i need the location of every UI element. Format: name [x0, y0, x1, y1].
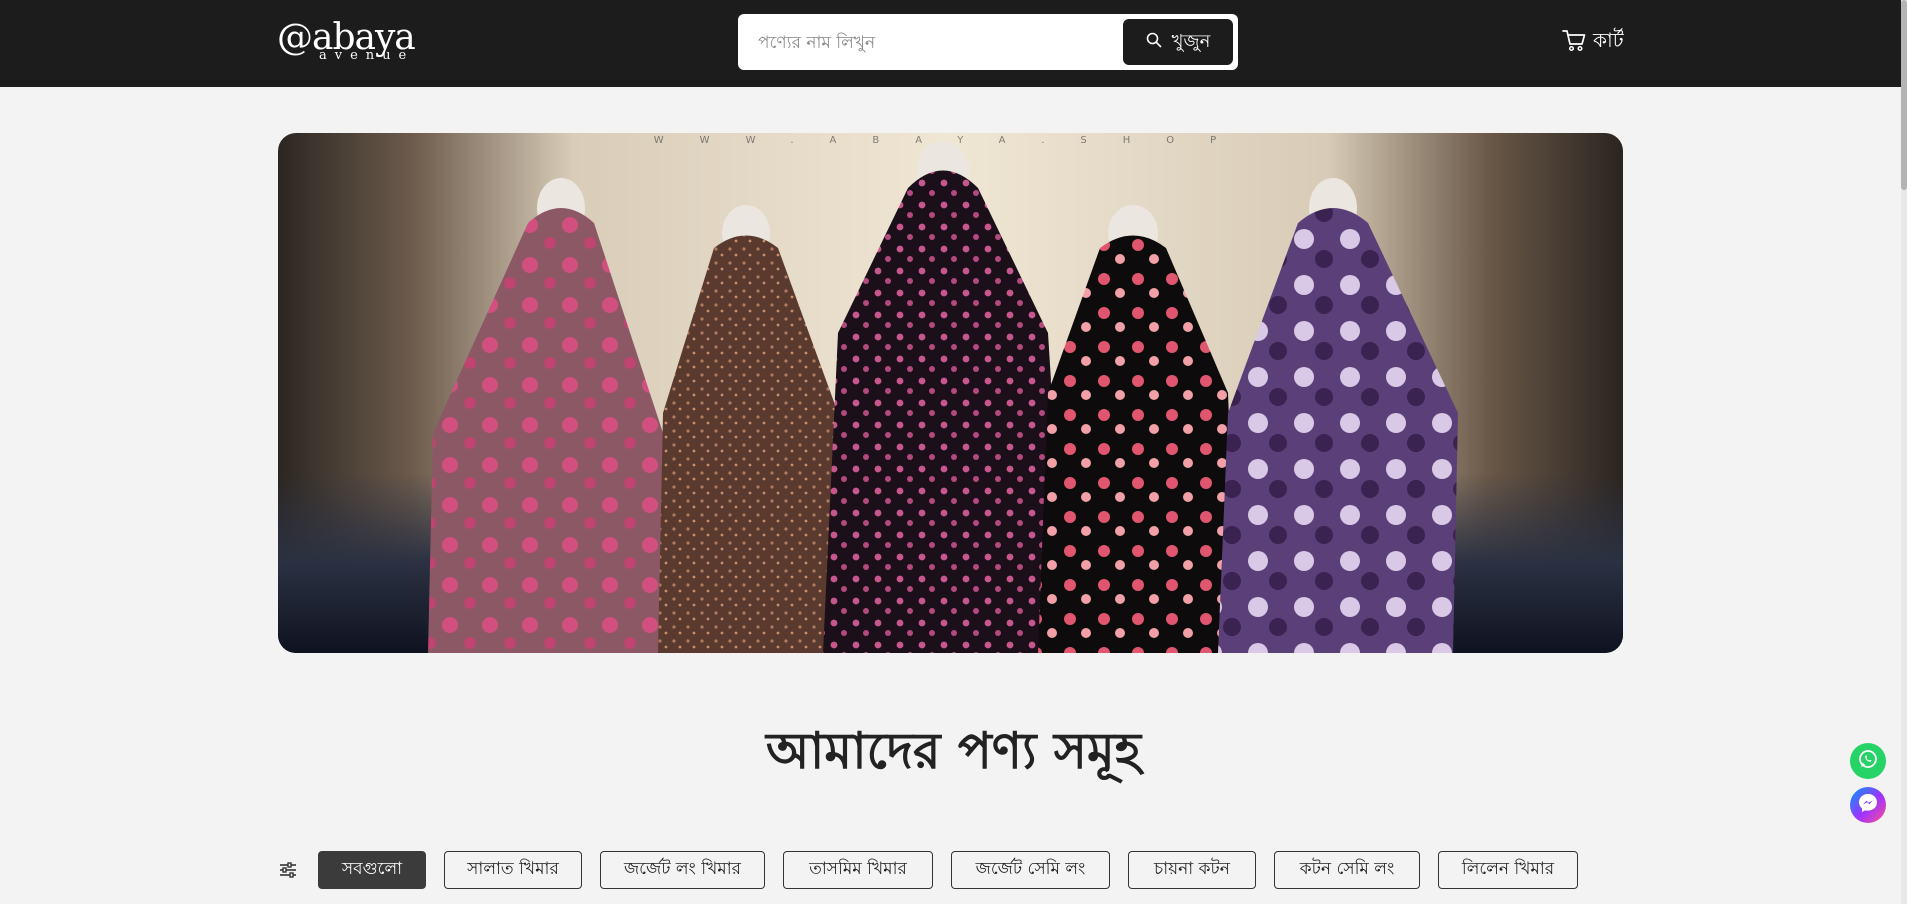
category-tab-all[interactable]: সবগুলো — [318, 851, 426, 889]
whatsapp-icon — [1857, 748, 1879, 774]
whatsapp-button[interactable] — [1850, 743, 1886, 779]
scrollbar-thumb[interactable] — [1901, 0, 1907, 190]
banner-abaya-illustration — [428, 141, 1458, 653]
filter-sliders-icon[interactable] — [278, 860, 298, 880]
cart-label: কার্ট — [1593, 27, 1624, 52]
page-scrollbar[interactable] — [1901, 0, 1907, 904]
messenger-icon — [1857, 792, 1879, 818]
category-tab-china-cotton[interactable]: চায়না কটন — [1128, 851, 1256, 889]
search-bar: খুজুন — [738, 14, 1238, 70]
messenger-button[interactable] — [1850, 787, 1886, 823]
search-button[interactable]: খুজুন — [1123, 19, 1233, 65]
category-tab-georgette-long-khimar[interactable]: জর্জেট লং খিমার — [600, 851, 765, 889]
category-tab-tasmim-khimar[interactable]: তাসমিম খিমার — [783, 851, 933, 889]
search-button-label: খুজুন — [1171, 30, 1211, 52]
cart-link[interactable]: কার্ট — [1561, 26, 1624, 58]
category-tab-georgette-semi-long[interactable]: জর্জেট সেমি লং — [951, 851, 1110, 889]
search-icon — [1146, 32, 1162, 53]
category-tab-linen-khimar[interactable]: লিলেন খিমার — [1438, 851, 1578, 889]
section-heading: আমাদের পণ্য সমূহ — [766, 722, 1141, 780]
category-tab-salat-khimar[interactable]: সালাত খিমার — [444, 851, 582, 889]
cart-icon — [1561, 27, 1587, 58]
category-tab-cotton-semi-long[interactable]: কটন সেমি লং — [1274, 851, 1420, 889]
hero-banner[interactable]: WWW.ABAYA.SHOP — [278, 133, 1623, 653]
top-navbar: @abaya avenue খুজুন কার্ট — [0, 0, 1907, 87]
site-logo[interactable]: @abaya avenue — [277, 18, 417, 64]
search-input[interactable] — [756, 26, 1130, 60]
logo-subtext: avenue — [319, 48, 415, 63]
